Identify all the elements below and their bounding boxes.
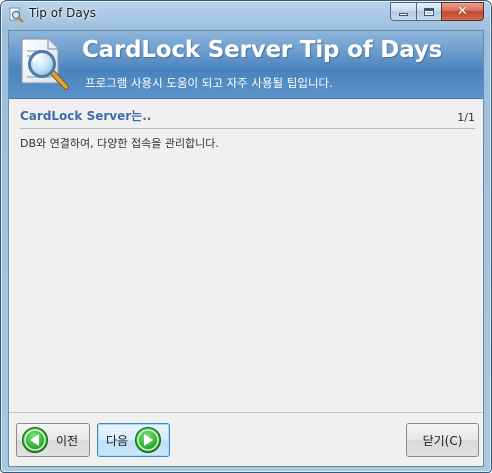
maximize-button[interactable] [416, 2, 441, 21]
footer-divider [9, 412, 483, 413]
arrow-left-circle-icon [22, 427, 48, 453]
tip-divider [20, 128, 475, 129]
banner-title: CardLock Server Tip of Days [82, 37, 443, 63]
previous-button-label: 이전 [56, 433, 79, 448]
window-title: Tip of Days [29, 6, 97, 20]
tip-of-days-window: Tip of Days ✕ CardLock Server Tip of Day… [0, 0, 492, 473]
tip-counter: 1/1 [457, 111, 475, 124]
close-icon: ✕ [457, 4, 468, 19]
maximize-icon [424, 7, 434, 16]
minimize-button[interactable] [390, 2, 416, 21]
title-bar[interactable]: Tip of Days ✕ [1, 1, 491, 29]
arrow-right-circle-icon [135, 427, 162, 453]
dialog-client-area: CardLock Server Tip of Days 프로그램 사용시 도움이… [8, 30, 484, 467]
close-window-button[interactable]: ✕ [441, 2, 484, 21]
tip-body: DB와 연결하여, 다양한 접속을 관리합니다. [20, 137, 219, 150]
close-button-label: 닫기(C) [422, 433, 463, 448]
magnifier-document-icon [21, 38, 69, 90]
magnifier-document-icon [9, 7, 24, 23]
next-button-label: 다음 [106, 433, 129, 448]
previous-button[interactable]: 이전 [16, 423, 90, 457]
next-button[interactable]: 다음 [97, 423, 170, 457]
banner-subtitle: 프로그램 사용시 도움이 되고 자주 사용될 팁입니다. [85, 76, 333, 90]
caption-buttons: ✕ [390, 2, 484, 21]
close-button[interactable]: 닫기(C) [406, 423, 479, 457]
tip-heading: CardLock Server는.. [20, 109, 152, 123]
header-banner: CardLock Server Tip of Days 프로그램 사용시 도움이… [9, 31, 483, 99]
minimize-icon [399, 13, 408, 16]
